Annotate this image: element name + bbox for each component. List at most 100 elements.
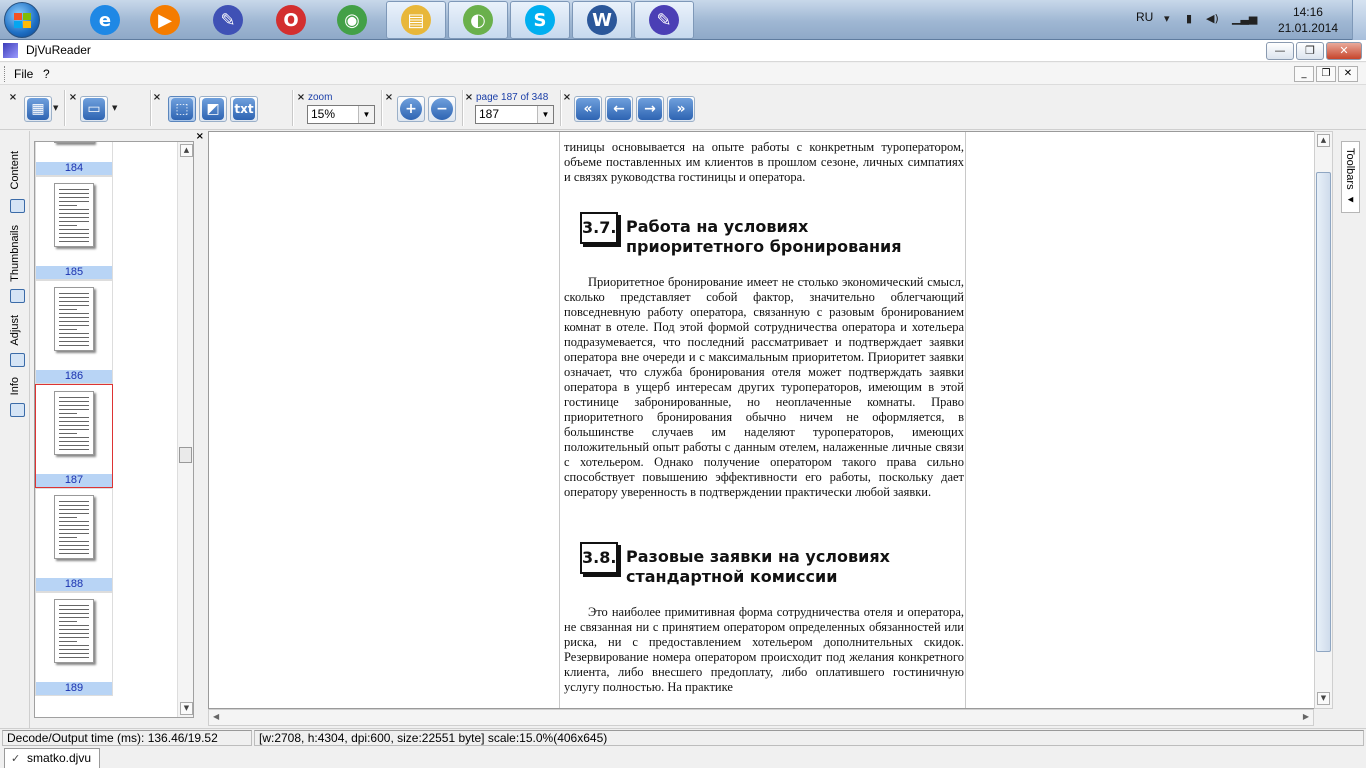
scroll-down-icon[interactable]: ▼: [1317, 692, 1330, 705]
show-desktop-button[interactable]: [1352, 0, 1366, 40]
zoom-in-icon: +: [400, 98, 422, 120]
section-3-8-number: 3.8.: [580, 542, 618, 574]
thumbnail-page-number: 186: [36, 370, 112, 383]
language-indicator[interactable]: RU: [1136, 10, 1153, 24]
tab-adjust[interactable]: Adjust: [9, 315, 21, 346]
thumbnail-item[interactable]: 185: [35, 176, 113, 280]
thumbnail-item[interactable]: 184: [35, 142, 113, 176]
side-panel-tabs: Content Thumbnails Adjust Info: [0, 131, 30, 728]
zoom-in-button[interactable]: +: [397, 96, 425, 122]
section-3-7-text: Приоритетное бронирование имеет не столь…: [564, 275, 964, 499]
menu-help[interactable]: ?: [43, 67, 50, 81]
document-scroll-thumb[interactable]: [1316, 172, 1331, 652]
chevron-down-icon: ▼: [358, 106, 374, 123]
thumbnail-page-preview: [54, 599, 94, 663]
tab-info[interactable]: Info: [9, 377, 21, 395]
page-mode-button[interactable]: ▭: [80, 96, 108, 122]
thumbnail-item[interactable]: 188: [35, 488, 113, 592]
thumbnails-icon[interactable]: [10, 289, 25, 303]
content-icon[interactable]: [10, 199, 25, 213]
chevron-down-icon[interactable]: ▼: [53, 104, 58, 112]
arrow-right-icon: →: [638, 98, 662, 120]
thumbnail-page-preview: [54, 183, 94, 247]
document-tab-label: smatko.djvu: [27, 751, 92, 765]
chrome-icon: ◉: [337, 5, 367, 35]
toolbar-close-icon[interactable]: ×: [8, 92, 18, 103]
select-region-button[interactable]: ⬚: [168, 96, 196, 122]
document-tab[interactable]: ✓ smatko.djvu: [4, 748, 101, 768]
window-title: DjVuReader: [26, 43, 91, 57]
toolbar-close-icon[interactable]: ×: [152, 92, 162, 103]
scroll-down-icon[interactable]: ▼: [180, 702, 193, 715]
zoom-select[interactable]: 15% ▼: [307, 105, 375, 124]
taskbar-app-button[interactable]: ◐: [448, 1, 508, 39]
chevron-down-icon[interactable]: ▼: [112, 104, 117, 112]
image-mode-button[interactable]: ◩: [199, 96, 227, 122]
toolbar-close-icon[interactable]: ×: [464, 92, 474, 103]
taskbar-app-button[interactable]: ▶: [135, 1, 195, 39]
skype-icon: S: [525, 5, 555, 35]
taskbar-app-button[interactable]: ✎: [634, 1, 694, 39]
chevron-down-icon[interactable]: ▾: [1164, 12, 1178, 26]
zoom-out-button[interactable]: −: [428, 96, 456, 122]
document-view[interactable]: тиницы основывается на опыте работы с ко…: [208, 131, 1333, 709]
first-page-button[interactable]: «: [574, 96, 602, 122]
info-icon[interactable]: [10, 403, 25, 417]
toolbar-close-icon[interactable]: ×: [562, 92, 572, 103]
clock[interactable]: 14:16 21.01.2014: [1278, 4, 1338, 36]
toolbar-close-icon[interactable]: ×: [296, 92, 306, 103]
last-page-button[interactable]: »: [667, 96, 695, 122]
previous-page-button[interactable]: ←: [605, 96, 633, 122]
system-tray: RU ▾ ▮ ◀) ▁▃▅ 14:16 21.01.2014: [1126, 0, 1366, 40]
volume-icon[interactable]: ◀): [1206, 12, 1220, 26]
layout-button[interactable]: ▦: [24, 96, 52, 122]
text-mode-button[interactable]: txt: [230, 96, 258, 122]
network-tray-icon[interactable]: ▮: [1186, 12, 1200, 26]
close-button[interactable]: ✕: [1326, 42, 1362, 60]
toolbar-close-icon[interactable]: ×: [384, 92, 394, 103]
start-button[interactable]: [4, 2, 40, 38]
thumbnail-list[interactable]: 184 185 186 187 188 189 ▲ ▼: [34, 141, 194, 718]
document-vertical-scrollbar[interactable]: ▲ ▼: [1314, 131, 1333, 709]
menubar: File ? _ ❐ ✕: [0, 63, 1366, 85]
scroll-left-icon[interactable]: ◀: [213, 712, 219, 721]
zoom-label: zoom: [308, 92, 333, 103]
minimize-button[interactable]: —: [1266, 42, 1294, 60]
toolbar-close-icon[interactable]: ×: [68, 92, 78, 103]
thumbnail-item[interactable]: 186: [35, 280, 113, 384]
taskbar-app-button[interactable]: ✎: [198, 1, 258, 39]
mdi-minimize-button[interactable]: _: [1294, 66, 1314, 82]
tab-toolbars[interactable]: Toolbars ◂: [1341, 141, 1360, 213]
taskbar-app-button[interactable]: W: [572, 1, 632, 39]
taskbar-app-button[interactable]: S: [510, 1, 570, 39]
adjust-icon[interactable]: [10, 353, 25, 367]
mdi-restore-button[interactable]: ❐: [1316, 66, 1336, 82]
mdi-close-button[interactable]: ✕: [1338, 66, 1358, 82]
next-page-button[interactable]: →: [636, 96, 664, 122]
taskbar-app-button[interactable]: O: [261, 1, 321, 39]
menu-file[interactable]: File: [14, 67, 33, 81]
thumbnails-scroll-thumb[interactable]: [179, 447, 192, 463]
document-horizontal-scrollbar[interactable]: ◀ ▶: [208, 709, 1314, 726]
djvureader-app-icon: [3, 43, 18, 58]
thumbnail-item[interactable]: 187: [35, 384, 113, 488]
djvureader-icon: ✎: [649, 5, 679, 35]
page-select[interactable]: 187 ▼: [475, 105, 554, 124]
thumbnail-page-number: 185: [36, 266, 112, 279]
section-3-7-number: 3.7.: [580, 212, 618, 244]
scroll-up-icon[interactable]: ▲: [1317, 134, 1330, 147]
panel-close-icon[interactable]: ×: [196, 131, 204, 142]
thumbnail-item[interactable]: 189: [35, 592, 113, 696]
taskbar-app-button[interactable]: ◉: [322, 1, 382, 39]
tab-thumbnails[interactable]: Thumbnails: [9, 225, 21, 282]
signal-icon[interactable]: ▁▃▅: [1232, 12, 1257, 26]
maximize-button[interactable]: ❐: [1296, 42, 1324, 60]
windows-logo-icon: [14, 13, 32, 29]
scroll-up-icon[interactable]: ▲: [180, 144, 193, 157]
arrow-left-icon: ←: [607, 98, 631, 120]
thumbnails-scrollbar[interactable]: ▲ ▼: [177, 142, 193, 717]
tab-content[interactable]: Content: [9, 151, 21, 190]
scroll-right-icon[interactable]: ▶: [1303, 712, 1309, 721]
taskbar-app-button[interactable]: ▤: [386, 1, 446, 39]
taskbar-app-button[interactable]: e: [75, 1, 135, 39]
